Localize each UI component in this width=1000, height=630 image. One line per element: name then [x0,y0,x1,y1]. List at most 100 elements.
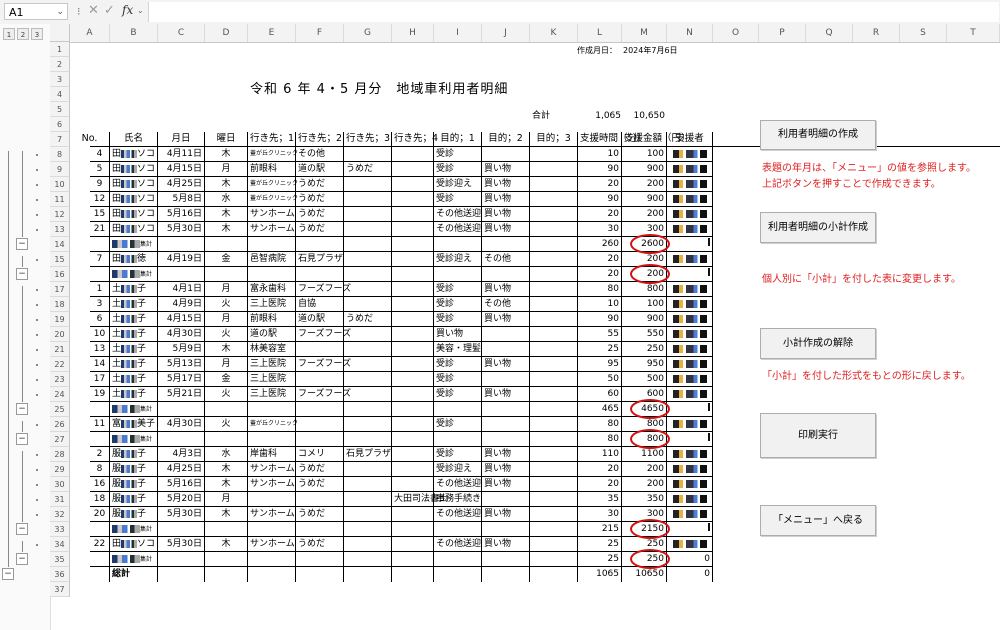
d4-cell[interactable] [392,252,434,267]
amt-cell[interactable]: 100 [622,147,667,162]
day-cell[interactable] [205,432,248,447]
row-header[interactable]: 2 [50,57,70,72]
p2-cell[interactable]: 買い物 [482,357,530,372]
supporter-cell[interactable] [667,267,713,282]
d2-cell[interactable]: 自協 [296,297,344,312]
d2-cell[interactable]: 道の駅 [296,312,344,327]
p3-cell[interactable] [530,327,578,342]
d4-cell[interactable] [392,417,434,432]
date-cell[interactable]: 4月30日 [158,417,205,432]
d2-cell[interactable]: うめだ [296,507,344,522]
no-cell[interactable]: 2 [90,447,110,462]
amt-cell[interactable]: 500 [622,372,667,387]
amt-cell[interactable]: 200 [622,177,667,192]
min-cell[interactable]: 30 [578,222,622,237]
p1-cell[interactable]: 受診 [434,312,482,327]
supporter-cell[interactable] [667,507,713,522]
p3-cell[interactable] [530,162,578,177]
supporter-cell[interactable] [667,312,713,327]
p1-cell[interactable]: 受診迎え [434,462,482,477]
d1-cell[interactable]: 蓋が丘クリニック [248,177,298,192]
min-cell[interactable]: 60 [578,387,622,402]
p2-cell[interactable]: その他 [482,252,530,267]
d4-cell[interactable] [392,237,434,252]
p3-cell[interactable] [530,567,578,582]
d3-cell[interactable] [344,237,392,252]
amt-cell[interactable]: 100 [622,297,667,312]
d1-cell[interactable]: サンホーム [248,537,296,552]
no-cell[interactable] [90,267,110,282]
d4-cell[interactable] [392,537,434,552]
no-cell[interactable]: 15 [90,207,110,222]
d1-cell[interactable] [248,402,296,417]
no-cell[interactable]: 7 [90,252,110,267]
p2-cell[interactable] [482,522,530,537]
p1-cell[interactable]: 受診迎え [434,252,482,267]
min-cell[interactable]: 90 [578,192,622,207]
d3-cell[interactable]: 石見プラザ [344,447,392,462]
p1-cell[interactable]: 受診 [434,417,482,432]
name-cell[interactable]: 土子 [110,372,158,387]
row-header[interactable]: 20 [50,327,70,342]
d3-cell[interactable] [344,552,392,567]
min-cell[interactable]: 20 [578,477,622,492]
date-cell[interactable]: 4月30日 [158,327,205,342]
day-cell[interactable]: 火 [205,387,248,402]
row-header[interactable]: 29 [50,462,70,477]
chevron-down-icon[interactable]: ⌄ [137,6,144,15]
p3-cell[interactable] [530,447,578,462]
supporter-cell[interactable] [667,447,713,462]
table-row[interactable]: 17 土子 5月17日金三上医院 受診 50 500 [90,372,713,387]
name-cell[interactable]: 土子 [110,357,158,372]
amt-cell[interactable]: 1100 [622,447,667,462]
row-header[interactable]: 21 [50,342,70,357]
p2-cell[interactable]: 買い物 [482,507,530,522]
d4-cell[interactable] [392,297,434,312]
p1-cell[interactable]: その他送迎 [434,537,482,552]
date-cell[interactable]: 4月9日 [158,297,205,312]
d4-cell[interactable] [392,192,434,207]
more-icon[interactable]: ⁝ [77,5,81,18]
min-cell[interactable]: 20 [578,267,622,282]
row-header[interactable]: 18 [50,297,70,312]
p3-cell[interactable] [530,477,578,492]
supporter-cell[interactable] [667,177,713,192]
p3-cell[interactable] [530,267,578,282]
date-cell[interactable]: 5月20日 [158,492,205,507]
p1-cell[interactable]: 受診迎え [434,177,482,192]
select-all-corner[interactable] [50,24,70,42]
row-header[interactable]: 4 [50,87,70,102]
column-header-t[interactable]: T [947,24,1000,42]
p3-cell[interactable] [530,297,578,312]
d1-cell[interactable]: サンホーム [248,477,296,492]
name-cell[interactable]: 集計 [110,237,158,252]
row-header[interactable]: 32 [50,507,70,522]
column-header-a[interactable]: A [70,24,110,42]
day-cell[interactable]: 月 [205,162,248,177]
collapse-group-button[interactable]: − [16,403,28,415]
p3-cell[interactable] [530,432,578,447]
p1-cell[interactable] [434,522,482,537]
row-header[interactable]: 9 [50,162,70,177]
d4-cell[interactable] [392,372,434,387]
d1-cell[interactable]: 三上医院 [248,297,296,312]
date-cell[interactable]: 5月30日 [158,537,205,552]
d1-cell[interactable] [248,552,296,567]
p3-cell[interactable] [530,522,578,537]
no-cell[interactable] [90,402,110,417]
outline-level-2-button[interactable]: 2 [17,28,29,40]
column-header-g[interactable]: G [344,24,392,42]
day-cell[interactable] [205,402,248,417]
subtotal-row[interactable]: 集計 20 200 [90,267,713,282]
day-cell[interactable]: 木 [205,222,248,237]
no-cell[interactable]: 16 [90,477,110,492]
day-cell[interactable]: 月 [205,282,248,297]
d4-cell[interactable] [392,282,434,297]
no-cell[interactable] [90,432,110,447]
name-cell[interactable]: 田 ソコ [110,207,158,222]
back-to-menu-button[interactable]: 「メニュー」へ戻る [760,505,876,536]
d2-cell[interactable]: うめだ [296,477,344,492]
p2-cell[interactable] [482,237,530,252]
name-cell[interactable]: 土子 [110,342,158,357]
day-cell[interactable]: 火 [205,327,248,342]
